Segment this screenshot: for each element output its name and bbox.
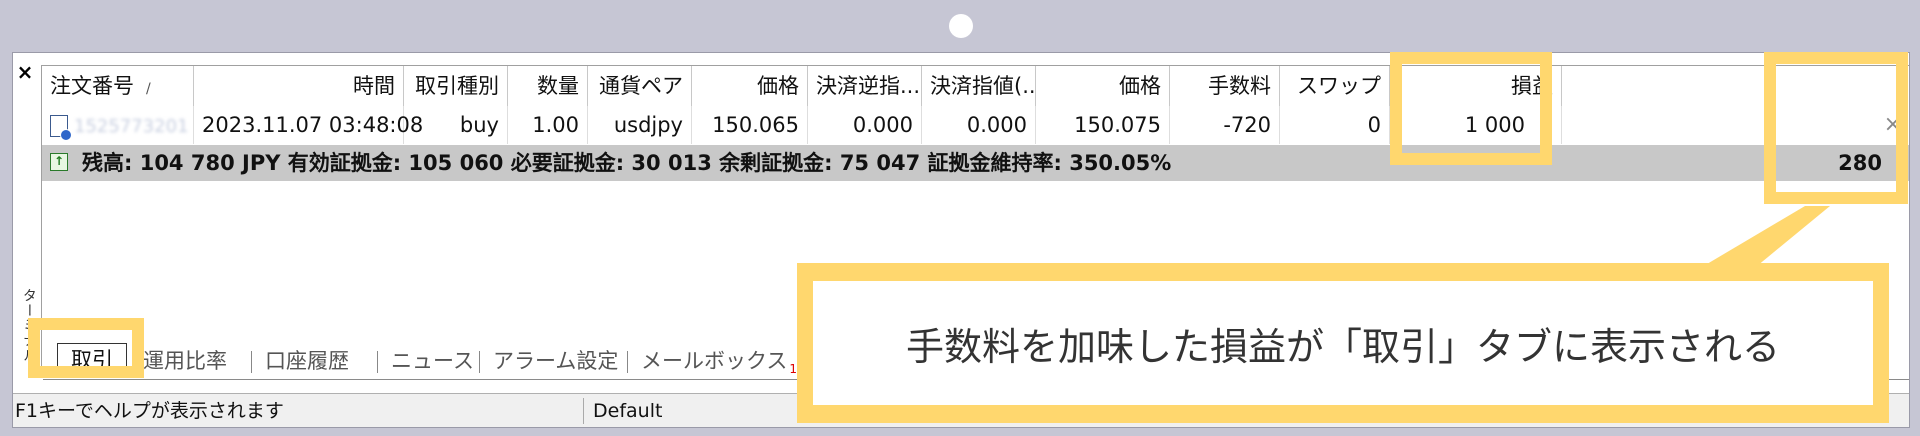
tab-divider [377,351,378,373]
balance-summary: 残高: 104 780 JPY 有効証拠金: 105 060 必要証拠金: 30… [82,151,1172,175]
table-header: 注文番号 / 時間 取引種別 数量 通貨ペア 価格 決済逆指... 決済指値(..… [42,65,1909,107]
tab-alerts[interactable]: アラーム設定 [493,345,618,377]
order-document-icon [50,115,72,141]
tab-history[interactable]: 口座履歴 [265,345,349,377]
time-cell: 2023.11.07 03:48:08 [194,106,423,144]
table-row[interactable]: 1525773201 2023.11.07 03:48:08 buy 1.00 … [42,106,1909,144]
swap-cell: 0 [1280,106,1390,144]
col-type[interactable]: 取引種別 [404,66,508,106]
tab-divider [627,351,628,373]
tab-trade[interactable]: 取引 [57,343,127,377]
sl-cell: 0.000 [808,106,922,144]
col-price2[interactable]: 価格 [1036,66,1170,106]
col-price[interactable]: 価格 [692,66,808,106]
tab-mailbox[interactable]: メールボックス12 [641,345,805,377]
commission-cell: -720 [1170,106,1280,144]
col-time[interactable]: 時間 [194,66,404,106]
order-id: 1525773201 [74,116,189,137]
profit-cell: 1 000 [1390,106,1562,144]
status-profile: Default [593,400,663,422]
camera-dot [949,14,973,38]
volume-cell: 1.00 [508,106,588,144]
col-tp[interactable]: 決済指値(... [922,66,1036,106]
col-profit[interactable]: 損益 [1390,66,1562,106]
callout-text: 手数料を加味した損益が「取引」タブに表示される [905,324,1780,369]
col-sl[interactable]: 決済逆指... [808,66,922,106]
order-cell: 1525773201 [42,106,194,144]
col-order[interactable]: 注文番号 / [42,66,194,106]
close-position-icon[interactable]: × [1884,106,1902,144]
col-volume[interactable]: 数量 [508,66,588,106]
sort-icon: / [146,81,151,97]
tab-divider [479,351,480,373]
col-symbol[interactable]: 通貨ペア [588,66,692,106]
balance-row: ↑ 残高: 104 780 JPY 有効証拠金: 105 060 必要証拠金: … [42,145,1909,181]
close-icon[interactable]: × [16,62,34,82]
price-cell: 150.065 [692,106,808,144]
type-cell: buy [404,106,508,144]
status-help-text: F1キーでヘルプが表示されます [15,400,284,422]
tab-divider [251,351,252,373]
status-divider [583,398,584,424]
symbol-cell: usdjpy [588,106,692,144]
tab-exposure[interactable]: 運用比率 [143,345,227,377]
annotation-callout: 手数料を加味した損益が「取引」タブに表示される [797,263,1889,423]
col-swap[interactable]: スワップ [1280,66,1390,106]
price2-cell: 150.075 [1036,106,1170,144]
callout-box: 手数料を加味した損益が「取引」タブに表示される [813,281,1873,405]
balance-profit: 280 [1838,151,1882,175]
expand-icon[interactable]: ↑ [50,153,68,171]
tp-cell: 0.000 [922,106,1036,144]
col-commission[interactable]: 手数料 [1170,66,1280,106]
tab-news[interactable]: ニュース [391,345,474,377]
